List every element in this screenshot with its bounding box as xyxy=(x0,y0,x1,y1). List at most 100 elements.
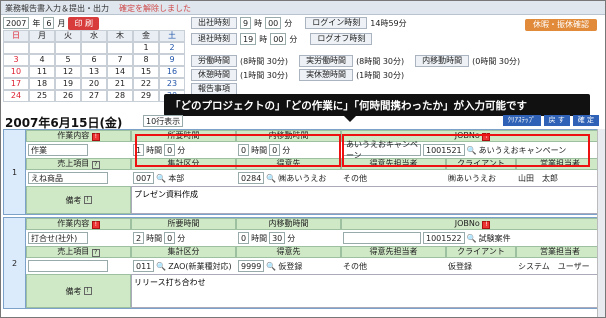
calendar-day[interactable]: 19 xyxy=(55,78,81,90)
calendar-day[interactable]: 26 xyxy=(55,90,81,102)
help-icon[interactable]: ? xyxy=(91,161,100,169)
calendar-day[interactable]: 21 xyxy=(107,78,133,90)
search-icon[interactable]: 🔍 xyxy=(266,174,276,183)
checkin-button[interactable]: 出社時刻 xyxy=(191,17,237,29)
calendar-day[interactable]: 17 xyxy=(3,78,29,90)
calendar-day[interactable]: 6 xyxy=(81,54,107,66)
hours-min-select[interactable]: 0 xyxy=(164,232,176,244)
calendar-day[interactable]: 12 xyxy=(55,66,81,78)
calendar: 2007 年 6 月 印 刷 日月火水木金土 1 2 3 4 5 6 7 8 9 10 11 12 13 1… xyxy=(3,16,185,108)
login-button[interactable]: ログイン時刻 xyxy=(305,17,368,29)
work-select[interactable]: 作業 xyxy=(28,144,88,156)
calendar-day[interactable]: 20 xyxy=(81,78,107,90)
hours-min-select[interactable]: 0 xyxy=(164,144,176,156)
client-code-input[interactable]: 0284 xyxy=(238,172,265,184)
calendar-day[interactable] xyxy=(29,42,55,54)
calendar-day[interactable]: 3 xyxy=(3,54,29,66)
calendar-day[interactable]: 23 xyxy=(159,78,185,90)
search-icon[interactable]: 🔍 xyxy=(467,234,477,243)
print-button[interactable]: 印 刷 xyxy=(68,16,99,30)
note-icon[interactable]: ! xyxy=(83,196,92,204)
clear-step-button[interactable]: ｸﾘｱｽﾃｯﾌﾟ xyxy=(502,115,541,126)
notes-input[interactable]: リリース打ち合わせ xyxy=(131,274,604,308)
month-select[interactable]: 6 xyxy=(43,17,55,29)
m-unit: 分 xyxy=(289,34,298,44)
note-icon[interactable]: ! xyxy=(83,287,92,295)
header-move: 内移動時間 xyxy=(236,130,341,142)
rest-time-value: (1時間 30分) xyxy=(240,70,289,80)
record-number: 1 xyxy=(4,130,26,214)
leave-check-button[interactable]: 休暇・振休確認 xyxy=(525,19,597,31)
job-no-input[interactable]: 1001522 xyxy=(423,232,465,244)
calendar-day[interactable] xyxy=(55,42,81,54)
notes-input[interactable]: プレゼン資料作成 xyxy=(131,186,604,214)
actual-labor-value: (8時間 30分) xyxy=(356,56,405,66)
calendar-day[interactable]: 29 xyxy=(133,90,159,102)
hour-unit: 時間 xyxy=(251,145,268,155)
checkout-min[interactable]: 00 xyxy=(270,33,287,45)
calendar-day[interactable]: 16 xyxy=(159,66,185,78)
calendar-day[interactable]: 13 xyxy=(81,66,107,78)
calendar-day[interactable]: 8 xyxy=(133,54,159,66)
search-icon[interactable]: 🔍 xyxy=(156,174,166,183)
calendar-day[interactable]: 24 xyxy=(3,90,29,102)
hour-unit: 時間 xyxy=(146,233,163,243)
tally-code-input[interactable]: 011 xyxy=(133,260,155,272)
checkin-hour[interactable]: 9 xyxy=(240,17,252,29)
calendar-day[interactable]: 14 xyxy=(107,66,133,78)
job-no-input[interactable]: 1001521 xyxy=(423,144,465,156)
move-hour-select[interactable]: 0 xyxy=(238,232,250,244)
checkin-min[interactable]: 00 xyxy=(265,17,282,29)
year-select[interactable]: 2007 xyxy=(3,17,30,29)
search-icon[interactable]: 🔍 xyxy=(156,262,166,271)
calendar-day[interactable]: 27 xyxy=(81,90,107,102)
job-label: あいうえおキャンペーン xyxy=(478,145,567,155)
confirm-button[interactable]: 確 定 xyxy=(572,115,599,126)
client-code-input[interactable]: 9999 xyxy=(238,260,265,272)
calendar-day[interactable]: 22 xyxy=(133,78,159,90)
search-icon[interactable]: 🔍 xyxy=(467,146,477,155)
move-min-select[interactable]: 0 xyxy=(269,144,281,156)
work-select[interactable]: 打合せ(社外) xyxy=(28,232,88,244)
calendar-day[interactable]: 11 xyxy=(29,66,55,78)
hours-hour-select[interactable]: 1 xyxy=(133,144,145,156)
calendar-day[interactable]: 2 xyxy=(159,42,185,54)
search-icon[interactable]: 🔍 xyxy=(266,262,276,271)
labor-time-value: (8時間 30分) xyxy=(240,56,289,66)
hour-unit: 時間 xyxy=(146,145,163,155)
calendar-day[interactable] xyxy=(107,42,133,54)
revert-button[interactable]: 戻 す xyxy=(543,115,570,126)
move-min-select[interactable]: 30 xyxy=(269,232,286,244)
calendar-day[interactable]: 25 xyxy=(29,90,55,102)
help-icon[interactable]: ? xyxy=(91,249,100,257)
job-select[interactable] xyxy=(343,232,421,244)
hours-hour-select[interactable]: 2 xyxy=(133,232,145,244)
calendar-day[interactable]: 15 xyxy=(133,66,159,78)
client-name: ㈱あいうえお xyxy=(278,173,327,183)
checkout-hour[interactable]: 19 xyxy=(240,33,257,45)
calendar-day[interactable]: 9 xyxy=(159,54,185,66)
checkout-button[interactable]: 退社時刻 xyxy=(191,33,237,45)
move-hour-select[interactable]: 0 xyxy=(238,144,250,156)
vertical-scrollbar[interactable] xyxy=(597,129,605,317)
header-customer: クライアント xyxy=(446,158,516,170)
calendar-day[interactable]: 18 xyxy=(29,78,55,90)
calendar-day[interactable]: 28 xyxy=(107,90,133,102)
weekday-header: 月 xyxy=(29,30,55,42)
year-unit: 年 xyxy=(32,18,41,28)
calendar-day[interactable]: 4 xyxy=(29,54,55,66)
rows-display-select[interactable]: 10行表示 xyxy=(143,115,184,127)
tally-code-input[interactable]: 007 xyxy=(133,172,155,184)
calendar-day[interactable]: 1 xyxy=(133,42,159,54)
logoff-button[interactable]: ログオフ時刻 xyxy=(310,33,373,45)
calendar-day[interactable]: 7 xyxy=(107,54,133,66)
calendar-day[interactable] xyxy=(3,42,29,54)
calendar-day[interactable]: 10 xyxy=(3,66,29,78)
sales-select[interactable]: えね商品 xyxy=(28,172,108,184)
weekday-header: 木 xyxy=(107,30,133,42)
job-select[interactable]: あいうえおキャンペーン xyxy=(343,140,421,160)
calendar-day[interactable]: 5 xyxy=(55,54,81,66)
time-panel: 出社時刻 9時 00 分 ログイン時刻 14時59分 休暇・振休確認 退社時刻 1… xyxy=(191,17,603,101)
sales-select[interactable] xyxy=(28,260,108,272)
calendar-day[interactable] xyxy=(81,42,107,54)
